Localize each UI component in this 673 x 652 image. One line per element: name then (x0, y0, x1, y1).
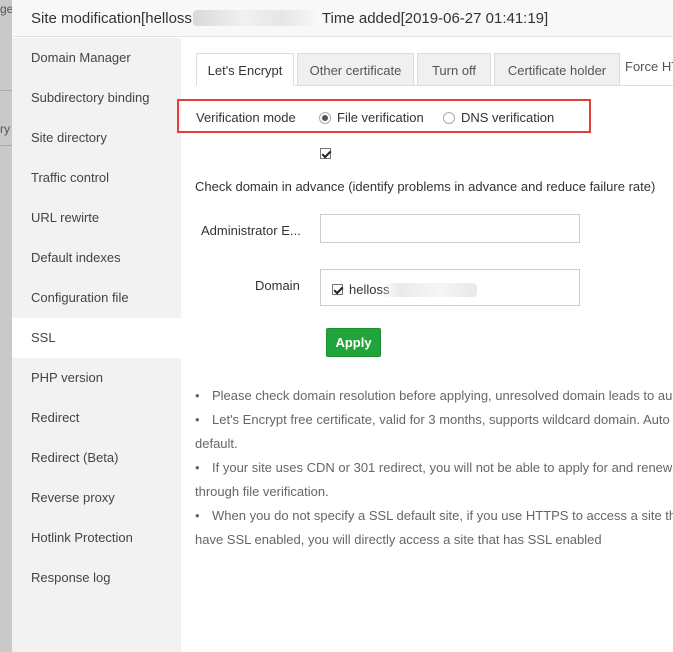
sidebar-item-ssl[interactable]: SSL (12, 318, 181, 358)
help-note-continuation: default. (195, 436, 238, 451)
tab-lets-encrypt[interactable]: Let's Encrypt (196, 53, 294, 86)
sidebar-item-redirect-beta[interactable]: Redirect (Beta) (12, 438, 181, 478)
bullet-icon: • (195, 412, 200, 427)
bullet-icon: • (195, 508, 200, 523)
background-divider (0, 90, 12, 91)
file-verification-label: File verification (337, 110, 424, 125)
bullet-icon: • (195, 460, 200, 475)
dialog-title-bar[interactable]: Site modification[helloss Time added[201… (12, 0, 673, 37)
sidebar-item-hotlink-protection[interactable]: Hotlink Protection (12, 518, 181, 558)
sidebar-item-php-version[interactable]: PHP version (12, 358, 181, 398)
sidebar-item-configuration-file[interactable]: Configuration file (12, 278, 181, 318)
sidebar-item-domain-manager[interactable]: Domain Manager (12, 38, 181, 78)
precheck-checkbox[interactable] (320, 148, 331, 159)
help-notes: • Please check domain resolution before a… (195, 384, 673, 552)
help-note-text: When you do not specify a SSL default si… (212, 508, 673, 523)
dialog-title-suffix: Time added[2019-06-27 01:41:19] (321, 9, 549, 27)
sidebar-item-default-indexes[interactable]: Default indexes (12, 238, 181, 278)
redacted-blur (381, 282, 478, 297)
file-verification-radio[interactable]: File verification (319, 110, 424, 125)
site-modification-dialog: Site modification[helloss Time added[201… (12, 0, 673, 652)
domain-checkbox[interactable] (332, 284, 343, 295)
apply-button[interactable]: Apply (326, 328, 381, 357)
radio-checked-icon (319, 111, 331, 124)
help-note: • When you do not specify a SSL default s… (195, 504, 673, 528)
domain-list: helloss (320, 269, 580, 306)
sidebar-item-site-directory[interactable]: Site directory (12, 118, 181, 158)
help-note-text: Let's Encrypt free certificate, valid fo… (212, 412, 670, 427)
verification-mode-highlight: Verification mode File verification DNS … (177, 99, 591, 133)
tab-turn-off[interactable]: Turn off (417, 53, 491, 86)
ssl-panel: Let's Encrypt Other certificate Turn off… (177, 38, 673, 652)
verification-mode-label: Verification mode (196, 110, 296, 125)
precheck-description: Check domain in advance (identify proble… (195, 179, 656, 194)
dns-verification-label: DNS verification (461, 110, 555, 125)
sidebar-item-response-log[interactable]: Response log (12, 558, 181, 598)
dns-verification-radio[interactable]: DNS verification (443, 110, 554, 125)
sidebar-item-subdirectory-binding[interactable]: Subdirectory binding (12, 78, 181, 118)
tab-other-certificate[interactable]: Other certificate (297, 53, 414, 86)
redacted-blur (192, 10, 321, 26)
background-text-fragment: ry (0, 122, 10, 136)
domain-list-item[interactable]: helloss (332, 282, 478, 297)
help-note-text: Please check domain resolution before ap… (212, 388, 673, 403)
radio-unchecked-icon (443, 111, 455, 124)
sidebar-item-url-rewrite[interactable]: URL rewirte (12, 198, 181, 238)
sidebar-item-reverse-proxy[interactable]: Reverse proxy (12, 478, 181, 518)
sidebar-item-traffic-control[interactable]: Traffic control (12, 158, 181, 198)
background-divider (0, 145, 12, 146)
help-note-continuation: through file verification. (195, 484, 329, 499)
admin-email-label: Administrator E... (201, 223, 301, 238)
help-note-continuation: have SSL enabled, you will directly acce… (195, 532, 602, 547)
domain-label: Domain (255, 278, 300, 293)
admin-email-input[interactable] (320, 214, 580, 243)
help-note: • If your site uses CDN or 301 redirect, … (195, 456, 673, 480)
sidebar-item-redirect[interactable]: Redirect (12, 398, 181, 438)
tab-certificate-holder[interactable]: Certificate holder (494, 53, 620, 86)
ssl-tab-bar: Let's Encrypt Other certificate Turn off… (196, 53, 673, 86)
help-note: • Let's Encrypt free certificate, valid f… (195, 408, 673, 432)
background-page: ge ry (0, 0, 12, 652)
background-text-fragment: ge (0, 2, 12, 16)
bullet-icon: • (195, 388, 200, 403)
help-note: • Please check domain resolution before a… (195, 384, 673, 408)
help-note-text: If your site uses CDN or 301 redirect, y… (212, 460, 673, 475)
tab-force-https[interactable]: Force HT (625, 53, 673, 86)
dialog-title-prefix: Site modification[helloss (31, 9, 192, 27)
settings-sidebar: Domain Manager Subdirectory binding Site… (12, 38, 181, 652)
